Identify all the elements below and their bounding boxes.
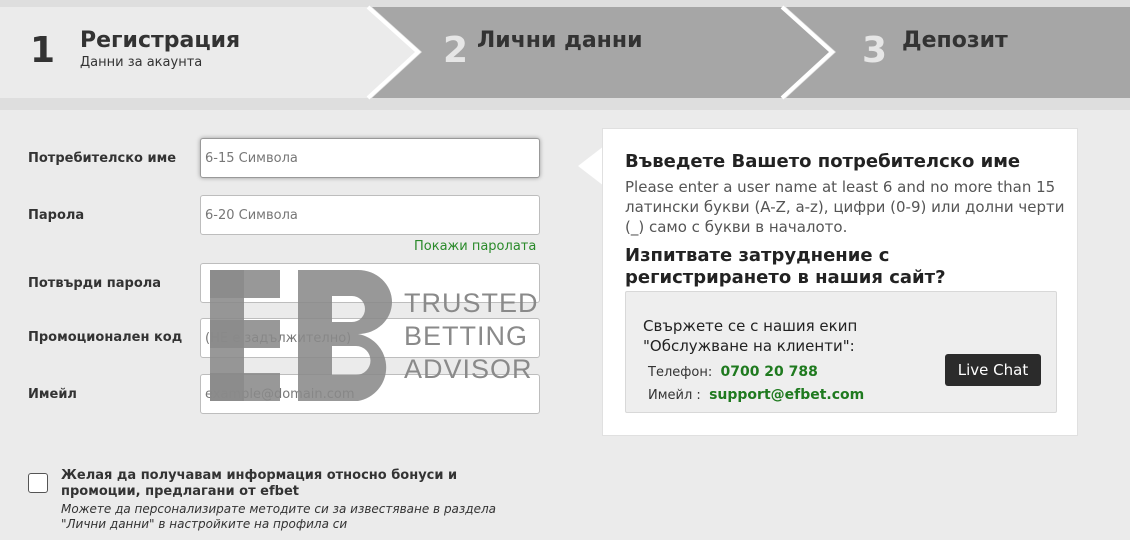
support-email-label: Имейл : [648,388,701,403]
phone-row: Телефон: 0700 20 788 [648,364,818,380]
step-2-title: Лични данни [477,28,643,53]
username-info-panel: Въведете Вашето потребителско име Please… [602,128,1078,436]
promo-code-label: Промоционален код [28,330,183,345]
promotions-consent-note: Можете да персонализирате методите си за… [61,502,496,531]
promo-code-input[interactable] [200,318,540,358]
email-label: Имейл [28,387,77,402]
support-email-row: Имейл : support@efbet.com [648,387,864,403]
support-text-line1: Свържете се с нашия екип [643,317,858,335]
show-password-link[interactable]: Покажи паролата [414,239,536,254]
password-input[interactable] [200,195,540,235]
info-heading: Въведете Вашето потребителско име [625,151,1021,172]
confirm-password-input[interactable] [200,263,540,303]
promotions-consent-label[interactable]: Желая да получавам информация относно бо… [61,468,501,500]
panel-pointer [578,146,604,186]
help-heading-line1: Изпитвате затруднение с [625,245,890,266]
step-3-title: Депозит [902,28,1008,53]
registration-stepper: 1 Регистрация Данни за акаунта 2 Лични д… [0,0,1130,110]
help-heading-line2: регистрирането в нашия сайт? [625,267,946,288]
support-text-line2: "Обслужване на клиенти": [643,337,855,355]
step-1-title: Регистрация [80,28,241,53]
email-input[interactable] [200,374,540,414]
username-input[interactable] [200,138,540,178]
password-label: Парола [28,208,85,223]
confirm-password-label: Потвърди парола [28,276,162,291]
phone-value: 0700 20 788 [720,364,818,380]
username-label: Потребителско име [28,151,177,166]
support-text: Свържете се с нашия екип "Обслужване на … [643,316,857,356]
step-2-number: 2 [443,30,469,71]
step-3-number: 3 [862,30,888,71]
info-description: Please enter a user name at least 6 and … [625,178,1065,236]
live-chat-button[interactable]: Live Chat [945,354,1041,386]
customer-support-box: Свържете се с нашия екип "Обслужване на … [625,291,1057,413]
step-1-number: 1 [30,30,56,71]
phone-label: Телефон: [648,365,713,380]
step-1-subtitle: Данни за акаунта [80,55,203,70]
promotions-consent-checkbox[interactable] [28,473,48,493]
support-email-value[interactable]: support@efbet.com [709,387,864,403]
